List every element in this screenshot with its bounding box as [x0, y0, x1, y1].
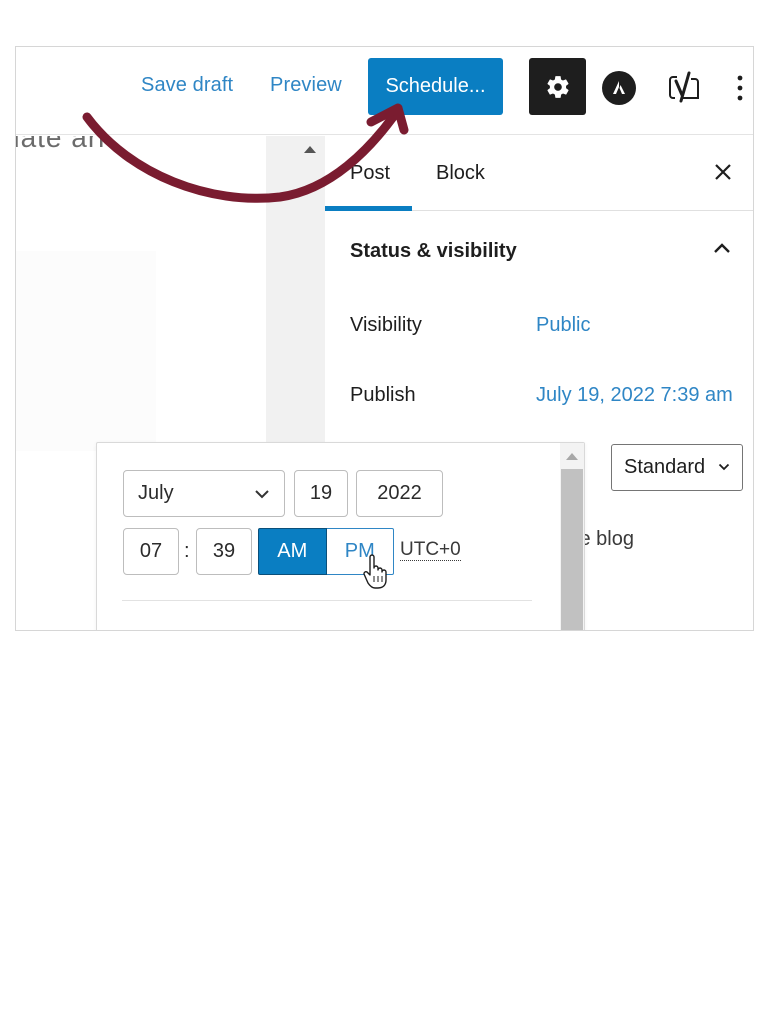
close-icon[interactable]: [711, 160, 735, 184]
post-format-value: Standard: [624, 456, 706, 478]
status-visibility-panel-title[interactable]: Status & visibility: [350, 240, 517, 263]
tab-post[interactable]: Post: [350, 162, 390, 185]
datetime-picker-popover: July 19 2022 07 : 39 AM PM UTC+0: [96, 442, 585, 630]
more-vertical-icon: [737, 75, 743, 101]
astra-logo-icon: [613, 81, 625, 94]
minute-input[interactable]: 39: [196, 528, 252, 575]
scroll-up-arrow-icon[interactable]: [566, 453, 578, 460]
meridiem-toggle: AM PM: [258, 528, 394, 575]
month-select[interactable]: July: [123, 470, 285, 517]
visibility-label: Visibility: [350, 314, 422, 336]
scrollbar-thumb[interactable]: [561, 469, 583, 630]
time-separator: :: [184, 540, 190, 562]
timezone-label[interactable]: UTC+0: [400, 540, 461, 561]
scroll-up-arrow-icon[interactable]: [304, 146, 316, 153]
popover-scrollbar[interactable]: [560, 443, 584, 630]
post-format-select[interactable]: Standard: [611, 444, 743, 491]
year-input[interactable]: 2022: [356, 470, 443, 517]
content-block: [16, 251, 156, 451]
hour-input[interactable]: 07: [123, 528, 179, 575]
chevron-down-icon: [718, 463, 730, 471]
yoast-logo-icon: [669, 71, 699, 103]
editor-window: Save draft Preview Schedule... ate ari P…: [15, 46, 754, 631]
pm-button[interactable]: PM: [326, 528, 394, 575]
publish-label: Publish: [350, 384, 416, 406]
sidebar-tabs: Post Block: [325, 136, 753, 211]
chevron-up-icon[interactable]: [712, 240, 732, 256]
more-options-button[interactable]: [732, 72, 748, 104]
day-value: 19: [309, 482, 333, 504]
editor-toolbar: Save draft Preview Schedule...: [16, 47, 753, 135]
settings-button[interactable]: [529, 58, 586, 115]
day-input[interactable]: 19: [294, 470, 348, 517]
month-value: July: [138, 482, 174, 504]
year-value: 2022: [377, 482, 422, 504]
schedule-button[interactable]: Schedule...: [368, 58, 503, 115]
divider: [122, 600, 532, 601]
tab-block[interactable]: Block: [436, 162, 485, 185]
visibility-value-link[interactable]: Public: [536, 314, 590, 337]
astra-button[interactable]: [602, 71, 636, 105]
preview-button[interactable]: Preview: [270, 74, 342, 97]
minute-value: 39: [212, 540, 236, 562]
yoast-button[interactable]: [667, 69, 701, 107]
publish-date-link[interactable]: July 19, 2022 7:39 am: [536, 384, 733, 407]
hour-value: 07: [139, 540, 163, 562]
gear-icon: [546, 75, 569, 98]
am-button[interactable]: AM: [258, 528, 327, 575]
active-tab-indicator: [325, 206, 412, 211]
schedule-button-label: Schedule...: [385, 75, 486, 97]
post-content-text: date ari: [16, 136, 106, 153]
chevron-down-icon: [255, 490, 269, 499]
save-draft-button[interactable]: Save draft: [141, 74, 233, 97]
